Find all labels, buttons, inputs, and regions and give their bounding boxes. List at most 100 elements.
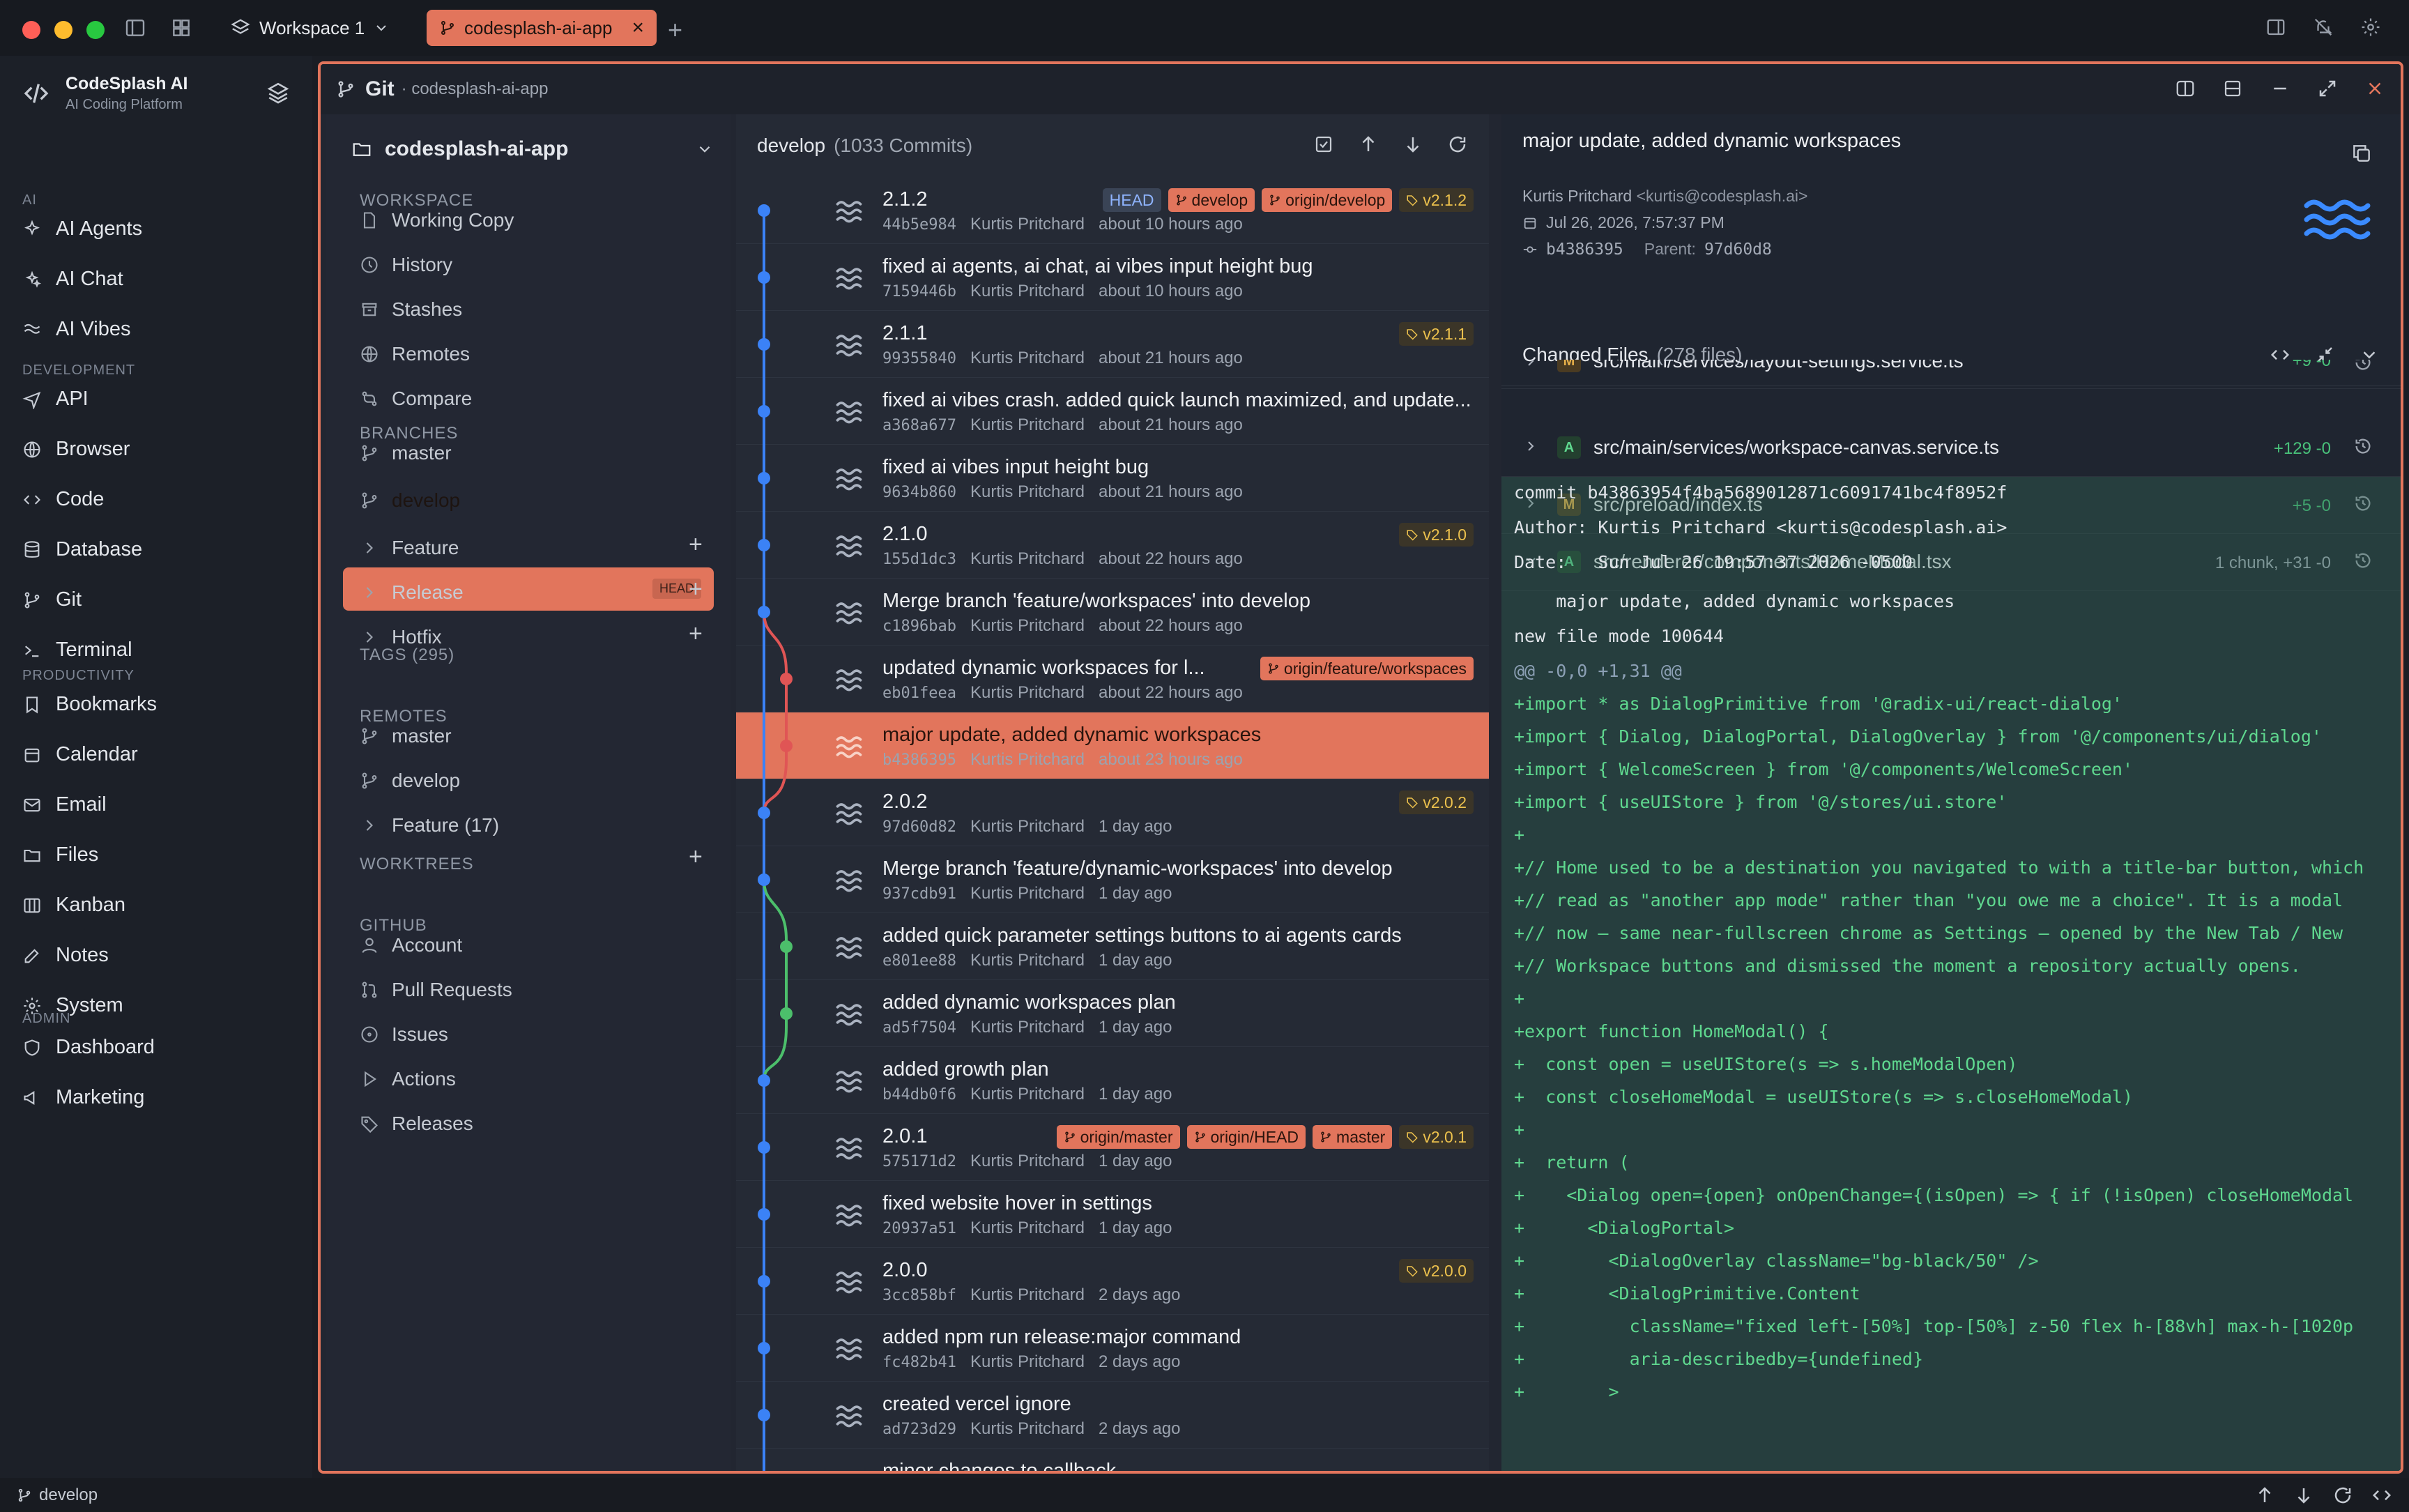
workspace-item-compare[interactable]: Compare (360, 388, 472, 410)
checkbox-icon[interactable] (1313, 134, 1334, 155)
commit-node[interactable] (758, 405, 770, 418)
commit-row[interactable]: fixed ai vibes crash. added quick launch… (736, 378, 1489, 445)
commit-node[interactable] (758, 1342, 770, 1354)
commit-node[interactable] (780, 1007, 793, 1020)
github-account[interactable]: Account (360, 934, 462, 956)
add-feature-button[interactable]: + (689, 531, 703, 558)
commit-row[interactable]: fixed website hover in settings 20937a51 K… (736, 1181, 1489, 1248)
sidebar-item-files[interactable]: Files (22, 843, 98, 866)
sidebar-item-dashboard[interactable]: Dashboard (22, 1036, 155, 1059)
branch-develop[interactable]: develop (360, 489, 460, 512)
branch-master[interactable]: master (360, 442, 452, 464)
changed-file-row[interactable]: Msrc/main/services/layout-settings.servi… (1501, 360, 2401, 389)
tag-badge[interactable]: v2.0.2 (1399, 791, 1474, 814)
refresh-icon[interactable] (1447, 134, 1468, 155)
commit-row[interactable]: added dynamic workspaces plan ad5f7504 Kur… (736, 980, 1489, 1047)
commit-node[interactable] (758, 873, 770, 886)
repo-selector[interactable]: codesplash-ai-app (351, 128, 714, 170)
sidebar-item-kanban[interactable]: Kanban (22, 894, 125, 917)
commit-node[interactable] (758, 1141, 770, 1154)
gear-icon[interactable] (2360, 17, 2381, 38)
chevron-right-icon[interactable] (1522, 360, 1539, 369)
file-history-icon[interactable] (2353, 360, 2373, 372)
split-view-icon[interactable] (2265, 17, 2286, 38)
branch-badge[interactable]: origin/master (1056, 1125, 1180, 1149)
pull-icon[interactable] (2293, 1485, 2314, 1506)
commit-row[interactable]: 2.1.0 155d1dc3 Kurtis Pritchard about 22 ho… (736, 512, 1489, 579)
remote-master[interactable]: master (360, 725, 452, 747)
tab-codesplash-ai-app[interactable]: codesplash-ai-app × (427, 10, 657, 46)
layers-icon[interactable] (266, 81, 290, 105)
sidebar-item-database[interactable]: Database (22, 538, 142, 561)
close-tab-icon[interactable]: × (632, 16, 644, 40)
commit-row[interactable]: created vercel ignore ad723d29 Kurtis Prit… (736, 1382, 1489, 1449)
sidebar-item-ai-vibes[interactable]: AI Vibes (22, 318, 130, 341)
remote-develop[interactable]: develop (360, 770, 460, 792)
commit-node[interactable] (758, 271, 770, 284)
commit-row[interactable]: Merge branch 'feature/dynamic-workspaces… (736, 846, 1489, 913)
branch-badge[interactable]: origin/develop (1262, 188, 1393, 212)
code-icon[interactable] (2371, 1485, 2392, 1506)
sidebar-toggle-icon[interactable] (124, 17, 146, 39)
branch-group-release[interactable]: Release (360, 581, 464, 604)
commit-node[interactable] (758, 1074, 770, 1087)
commit-row[interactable]: added npm run release:major command fc482… (736, 1315, 1489, 1382)
maximize-icon[interactable] (2317, 78, 2338, 99)
minimize-window-button[interactable] (54, 21, 72, 39)
close-window-button[interactable] (22, 21, 40, 39)
workspace-item-remotes[interactable]: Remotes (360, 343, 470, 365)
head-badge[interactable]: HEAD (1102, 188, 1161, 212)
commit-row[interactable]: 2.0.0 3cc858bf Kurtis Pritchard 2 days ago v… (736, 1248, 1489, 1315)
tag-badge[interactable]: v2.0.1 (1399, 1125, 1474, 1149)
grid-icon[interactable] (170, 17, 192, 39)
commit-node[interactable] (758, 807, 770, 819)
sidebar-item-email[interactable]: Email (22, 793, 107, 816)
sidebar-item-ai-chat[interactable]: AI Chat (22, 268, 123, 291)
commit-row[interactable]: 2.1.2 44b5e984 Kurtis Pritchard about 10 ho… (736, 177, 1489, 244)
commit-row[interactable]: minor changes to callback (736, 1449, 1489, 1471)
copy-icon[interactable] (2350, 142, 2373, 165)
commit-node[interactable] (758, 472, 770, 484)
commit-row[interactable]: 2.1.1 99355840 Kurtis Pritchard about 21 ho… (736, 311, 1489, 378)
commit-node[interactable] (758, 1275, 770, 1288)
commit-row[interactable]: added quick parameter settings buttons t… (736, 913, 1489, 980)
commit-row[interactable]: fixed ai vibes input height bug 9634b860 K… (736, 445, 1489, 512)
push-icon[interactable] (2254, 1485, 2275, 1506)
commit-row[interactable]: Merge branch 'feature/workspaces' into d… (736, 579, 1489, 646)
sidebar-item-git[interactable]: Git (22, 588, 82, 611)
branch-group-feature[interactable]: Feature (360, 537, 459, 559)
commit-node[interactable] (758, 539, 770, 551)
sidebar-item-notes[interactable]: Notes (22, 944, 109, 967)
workspace-item-history[interactable]: History (360, 254, 452, 276)
branch-badge[interactable]: origin/HEAD (1186, 1125, 1306, 1149)
commit-node[interactable] (758, 1409, 770, 1421)
sidebar-item-ai-agents[interactable]: AI Agents (22, 217, 142, 240)
sidebar-item-bookmarks[interactable]: Bookmarks (22, 693, 157, 716)
sidebar-item-calendar[interactable]: Calendar (22, 743, 138, 766)
commit-node[interactable] (758, 1208, 770, 1221)
pull-icon[interactable] (1402, 134, 1423, 155)
add-hotfix-button[interactable]: + (689, 620, 703, 648)
commit-row[interactable]: fixed ai agents, ai chat, ai vibes input… (736, 244, 1489, 311)
file-history-icon[interactable] (2353, 436, 2373, 456)
sidebar-item-api[interactable]: API (22, 388, 89, 411)
commit-row[interactable]: added growth plan b44db0f6 Kurtis Pritchar… (736, 1047, 1489, 1114)
sidebar-item-browser[interactable]: Browser (22, 438, 130, 461)
commit-node[interactable] (780, 673, 793, 685)
tag-badge[interactable]: v2.1.2 (1399, 188, 1474, 212)
workspace-item-stashes[interactable]: Stashes (360, 298, 462, 321)
workspace-selector[interactable]: Workspace 1 (230, 14, 390, 42)
parent-hash[interactable]: 97d60d8 (1704, 240, 1772, 259)
tag-badge[interactable]: v2.1.1 (1399, 322, 1474, 346)
split-pane-icon[interactable] (2175, 78, 2196, 99)
sidebar-item-code[interactable]: Code (22, 488, 104, 511)
sidebar-item-marketing[interactable]: Marketing (22, 1086, 144, 1109)
branch-badge[interactable]: develop (1168, 188, 1255, 212)
github-releases[interactable]: Releases (360, 1113, 473, 1135)
commit-row[interactable]: 2.0.1 575171d2 Kurtis Pritchard 1 day ago or… (736, 1114, 1489, 1181)
tag-badge[interactable]: v2.1.0 (1399, 523, 1474, 547)
github-actions[interactable]: Actions (360, 1068, 456, 1090)
status-branch[interactable]: develop (39, 1486, 98, 1505)
stack-icon[interactable] (2222, 78, 2243, 99)
chevron-right-icon[interactable] (1522, 438, 1539, 455)
